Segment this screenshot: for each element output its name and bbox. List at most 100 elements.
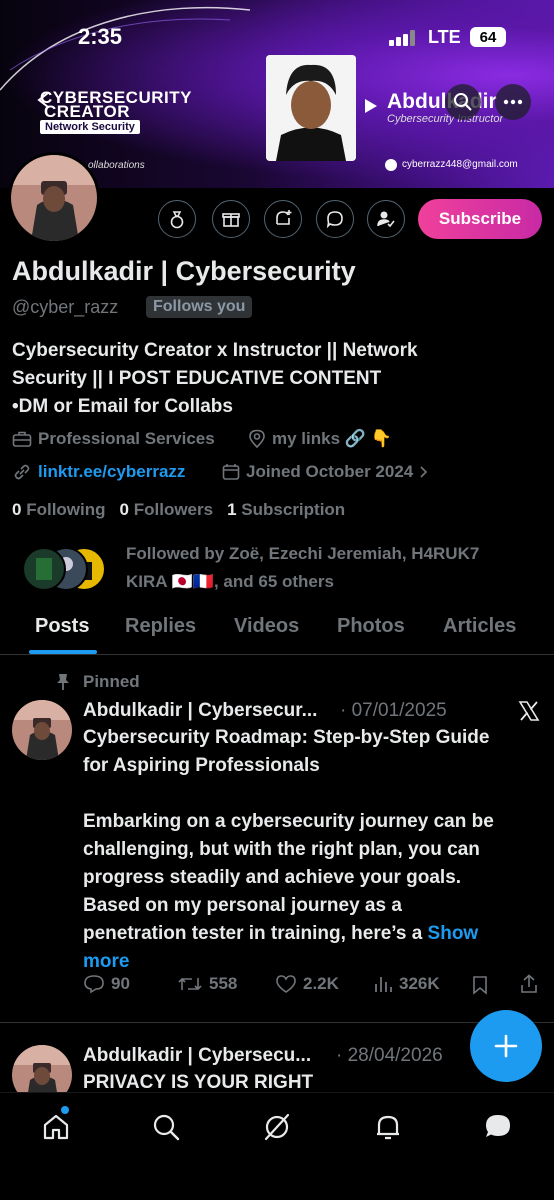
post-date[interactable]: · 28/04/2026 <box>336 1045 443 1067</box>
profile-avatar[interactable] <box>8 152 100 244</box>
tab-posts[interactable]: Posts <box>35 615 89 638</box>
tip-button[interactable] <box>158 200 196 238</box>
bookmark-icon[interactable] <box>471 975 489 995</box>
repost-button[interactable]: 558 <box>177 974 237 994</box>
bio-line: Security || I POST EDUCATIVE CONTENT <box>12 368 382 389</box>
tab-articles[interactable]: Articles <box>443 615 516 638</box>
post-author-avatar[interactable] <box>12 700 72 760</box>
banner-email: cyberrazz448@gmail.com <box>402 159 518 170</box>
x-logo-icon <box>518 701 540 721</box>
post-line: progress steadily and achieve your goals… <box>83 867 462 888</box>
bio-line: •DM or Email for Collabs <box>12 396 233 417</box>
subscriptions-stat[interactable]: 1 Subscription <box>227 500 345 520</box>
profile-stats: 0 Following 0 Followers 1 Subscription <box>12 500 345 520</box>
follows-you-badge: Follows you <box>146 296 253 318</box>
followed-by-text[interactable]: Followed by Zoë, Ezechi Jeremiah, H4RUK7… <box>126 540 479 596</box>
views-chart-icon <box>375 977 392 992</box>
post-author-name[interactable]: Abdulkadir | Cybersecu... <box>83 1045 311 1067</box>
post-body[interactable]: Cybersecurity Roadmap: Step-by-Step Guid… <box>83 724 543 976</box>
post-author-avatar[interactable] <box>12 1045 72 1093</box>
messages-icon[interactable] <box>482 1111 514 1143</box>
post-line: Cybersecurity Roadmap: Step-by-Step Guid… <box>83 727 490 748</box>
gift-button[interactable] <box>212 200 250 238</box>
home-icon[interactable] <box>40 1111 72 1143</box>
avatar-image <box>12 700 72 760</box>
money-bag-icon <box>170 211 184 229</box>
tabs-divider <box>0 654 554 655</box>
show-more-link-cont[interactable]: more <box>83 948 543 976</box>
profile-handle: @cyber_razz <box>12 297 119 317</box>
reply-button[interactable]: 90 <box>83 974 130 994</box>
bottom-navigation <box>0 1092 554 1200</box>
post-item[interactable]: Pinned Abdulkadir | Cybersecur... · 07/0… <box>0 660 554 1022</box>
post-line-text: penetration tester in training, here’s a <box>83 923 423 944</box>
tab-replies[interactable]: Replies <box>125 615 196 638</box>
bell-plus-icon <box>276 210 292 225</box>
like-button[interactable]: 2.2K <box>275 974 339 994</box>
profile-display-name: Abdulkadir | Cybersecurity <box>12 256 356 286</box>
post-line[interactable]: PRIVACY IS YOUR RIGHT <box>83 1069 313 1093</box>
post-line: challenging, but with the right plan, yo… <box>83 839 480 860</box>
compose-post-button[interactable] <box>470 1010 542 1082</box>
location-label: my links 🔗 👇 <box>272 429 392 448</box>
post-line: Based on my personal journey as a <box>83 895 402 916</box>
battery-icon: 64 <box>470 27 506 47</box>
following-button[interactable] <box>367 200 405 238</box>
email-icon <box>385 159 397 171</box>
profile-joined[interactable]: Joined October 2024 <box>222 462 429 482</box>
post-date[interactable]: · 07/01/2025 <box>340 700 447 722</box>
followed-by-line: KIRA 🇯🇵🇫🇷, and 65 others <box>126 572 334 591</box>
show-more-link[interactable]: Show <box>428 923 479 944</box>
profile-category: Professional Services <box>12 429 215 449</box>
plus-icon <box>494 1034 518 1058</box>
following-stat[interactable]: 0 Following <box>12 500 106 520</box>
following-label: Following <box>26 500 106 519</box>
banner-brand-subtitle: Cybersecurity Instructor <box>387 113 504 125</box>
notify-button[interactable] <box>264 200 302 238</box>
profile-website-link[interactable]: linktr.ee/cyberrazz <box>12 462 185 482</box>
post-line-blank <box>83 780 543 808</box>
more-options-button[interactable] <box>495 84 531 120</box>
chevron-right-icon <box>420 466 428 478</box>
heart-icon <box>276 975 296 993</box>
search-icon[interactable] <box>150 1111 182 1143</box>
bell-icon[interactable] <box>372 1111 404 1143</box>
share-icon[interactable] <box>519 974 539 994</box>
search-icon <box>454 93 472 111</box>
subscriptions-label: Subscription <box>241 500 346 519</box>
profile-bio: Cybersecurity Creator x Instructor || Ne… <box>12 337 552 421</box>
network-type: LTE <box>428 27 461 47</box>
pinned-label: Pinned <box>83 672 140 691</box>
grok-icon[interactable] <box>261 1111 293 1143</box>
briefcase-icon <box>12 431 32 447</box>
repost-icon <box>178 977 202 991</box>
link-icon <box>14 464 30 480</box>
message-button[interactable] <box>316 200 354 238</box>
person-check-icon <box>377 211 395 228</box>
battery-level: 64 <box>479 28 497 46</box>
profile-location: my links 🔗 👇 <box>248 429 392 449</box>
subscriptions-count: 1 <box>227 500 237 519</box>
post-line: for Aspiring Professionals <box>83 755 320 776</box>
more-icon <box>503 99 523 105</box>
category-label: Professional Services <box>38 429 215 448</box>
post-author-name[interactable]: Abdulkadir | Cybersecur... <box>83 700 317 722</box>
banner-title-line2: CREATOR <box>44 102 130 121</box>
repost-count: 558 <box>209 974 238 993</box>
like-count: 2.2K <box>303 974 339 993</box>
website-label[interactable]: linktr.ee/cyberrazz <box>38 462 185 482</box>
followers-stat[interactable]: 0 Followers <box>120 500 214 520</box>
followed-by-line: Followed by Zoë, Ezechi Jeremiah, H4RUK7 <box>126 544 480 563</box>
banner-portrait-image <box>266 55 356 161</box>
tab-photos[interactable]: Photos <box>337 615 405 638</box>
post-line: penetration tester in training, here’s a… <box>83 920 543 948</box>
tab-videos[interactable]: Videos <box>234 615 299 638</box>
views-count: 326K <box>399 974 440 993</box>
signal-icon <box>389 30 415 46</box>
followers-count: 0 <box>119 500 129 519</box>
avatar-image <box>11 155 97 241</box>
subscribe-button[interactable]: Subscribe <box>418 199 542 239</box>
followed-by-avatars[interactable] <box>14 546 114 592</box>
search-button[interactable] <box>445 84 481 120</box>
views-button[interactable]: 326K <box>373 974 440 994</box>
